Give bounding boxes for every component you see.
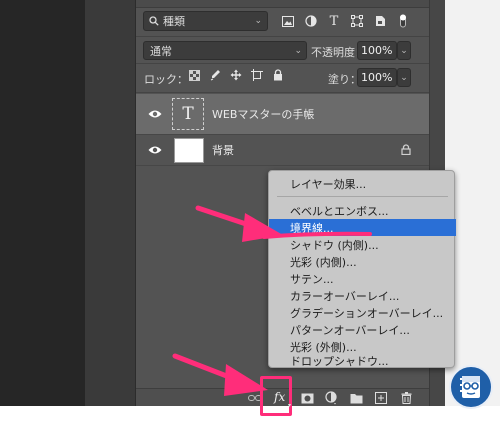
- fx-dropdown-indicator-icon: ▾: [288, 402, 292, 409]
- divider: [136, 92, 430, 93]
- divider: [136, 36, 430, 37]
- adjustment-filter-icon[interactable]: [305, 15, 317, 27]
- lock-icon: [401, 144, 411, 156]
- chevron-down-icon: ⌄: [400, 45, 408, 56]
- panel-top-bar: [136, 0, 430, 8]
- chevron-down-icon: ⌄: [400, 72, 408, 83]
- filter-toggle-icon[interactable]: [397, 14, 409, 28]
- menu-item-inner-glow[interactable]: 光彩 (内側)...: [269, 253, 456, 270]
- document-canvas-area: [0, 0, 85, 406]
- notebook-logo-icon: [460, 376, 480, 398]
- pink-arrow-icon: [172, 353, 268, 396]
- lock-transparent-icon[interactable]: [188, 69, 200, 81]
- add-mask-icon[interactable]: [300, 391, 314, 405]
- shape-filter-icon[interactable]: [351, 15, 363, 27]
- chevron-down-icon: ⌄: [254, 16, 262, 26]
- lock-label: ロック：: [144, 73, 188, 86]
- menu-item-pattern-overlay[interactable]: パターンオーバーレイ...: [269, 321, 456, 338]
- pink-underline-mark: [262, 231, 372, 239]
- type-filter-icon[interactable]: T: [328, 14, 340, 29]
- layer-row-background[interactable]: 背景: [136, 134, 430, 166]
- eye-icon[interactable]: [148, 145, 162, 155]
- filter-icons: T: [282, 11, 422, 31]
- menu-item-bevel-emboss[interactable]: ベベルとエンボス...: [269, 202, 456, 219]
- layer-style-menu: レイヤー効果... ベベルとエンボス... 境界線... シャドウ (内側)..…: [268, 170, 456, 369]
- eye-icon[interactable]: [148, 109, 162, 119]
- fx-button[interactable]: fx: [274, 390, 285, 404]
- lock-all-icon[interactable]: [272, 69, 284, 81]
- lock-artboard-icon[interactable]: [251, 69, 263, 81]
- layer-name[interactable]: WEBマスターの手帳: [212, 106, 314, 122]
- image-filter-icon[interactable]: [282, 15, 294, 27]
- lock-image-icon[interactable]: [209, 69, 221, 81]
- layer-filter-value: 種類: [163, 15, 185, 28]
- blend-mode-select[interactable]: 通常 ⌄: [143, 41, 307, 60]
- menu-item-color-overlay[interactable]: カラーオーバーレイ...: [269, 287, 456, 304]
- menu-item-satin[interactable]: サテン...: [269, 270, 456, 287]
- menu-item-gradient-overlay[interactable]: グラデーションオーバーレイ...: [269, 304, 456, 321]
- opacity-input[interactable]: 100%: [357, 41, 397, 60]
- bottom-margin: [0, 406, 500, 421]
- chevron-down-icon: ⌄: [294, 45, 302, 56]
- layer-thumbnail-text: T: [172, 98, 204, 130]
- adjustment-layer-icon[interactable]: [324, 391, 338, 405]
- canvas-edge: [85, 0, 135, 406]
- trash-icon[interactable]: [399, 391, 413, 405]
- layer-row-text[interactable]: T WEBマスターの手帳: [136, 94, 430, 134]
- folder-icon[interactable]: [349, 391, 363, 405]
- menu-item-layer-effects[interactable]: レイヤー効果...: [269, 175, 456, 192]
- fill-input[interactable]: 100%: [357, 68, 397, 87]
- layer-name[interactable]: 背景: [212, 142, 234, 158]
- lock-position-icon[interactable]: [230, 69, 242, 81]
- lock-icons: [188, 69, 284, 81]
- smart-object-filter-icon[interactable]: [374, 15, 386, 27]
- layer-thumbnail-background: [174, 138, 204, 163]
- blend-mode-value: 通常: [150, 44, 172, 58]
- site-logo-badge: [449, 365, 493, 409]
- divider: [136, 63, 430, 64]
- layer-filter-select[interactable]: 種類 ⌄: [143, 11, 268, 31]
- search-icon: [149, 16, 159, 26]
- menu-item-drop-shadow[interactable]: ドロップシャドウ...: [269, 352, 456, 369]
- new-layer-icon[interactable]: [374, 391, 388, 405]
- opacity-dropdown-button[interactable]: ⌄: [397, 41, 411, 60]
- fill-dropdown-button[interactable]: ⌄: [397, 68, 411, 87]
- menu-divider: [277, 196, 448, 197]
